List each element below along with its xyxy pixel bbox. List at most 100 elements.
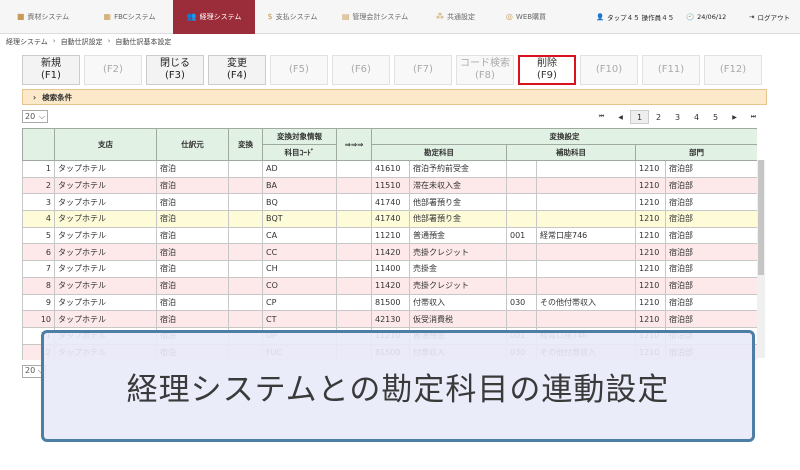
cell-moto[interactable]: 宿泊 — [156, 260, 229, 278]
cell-hname[interactable] — [536, 310, 636, 328]
cell-hname[interactable] — [536, 160, 636, 178]
next-page-icon[interactable]: ▶ — [725, 110, 744, 124]
cell-hcode[interactable] — [506, 176, 537, 195]
cell-code[interactable]: CT — [262, 310, 337, 328]
fkey-button-f3[interactable]: 閉じる (F3) — [146, 55, 204, 85]
cell-code[interactable]: AD — [262, 160, 337, 178]
breadcrumb-item-keiri[interactable]: 経理システム — [6, 37, 48, 47]
cell-kcode[interactable]: 11510 — [371, 176, 410, 195]
cell-hname[interactable]: その他付帯収入 — [536, 293, 636, 312]
cell-kname[interactable]: 付帯収入 — [409, 293, 507, 312]
cell-shiten[interactable]: タップホテル — [54, 260, 157, 278]
cell-kcode[interactable]: 41740 — [371, 210, 410, 228]
page-3[interactable]: 3 — [668, 110, 687, 124]
cell-shiten[interactable]: タップホテル — [54, 176, 157, 195]
fkey-button-f10[interactable]: (F10) — [580, 55, 638, 85]
fkey-button-f6[interactable]: (F6) — [332, 55, 390, 85]
cell-hcode[interactable] — [506, 276, 537, 295]
table-row[interactable]: 3 タップホテル 宿泊 BQ 41740 他部署預り金 1210 宿泊部 — [22, 193, 757, 212]
cell-bname[interactable]: 宿泊部 — [664, 260, 757, 278]
table-row[interactable]: 1 タップホテル 宿泊 AD 41610 宿泊予約前受金 1210 宿泊部 — [22, 160, 757, 178]
cell-code[interactable]: CA — [262, 226, 337, 245]
tab-1[interactable]: ▦ FBCシステム — [86, 0, 173, 34]
cell-hname[interactable]: 経常口座746 — [536, 226, 636, 245]
breadcrumb-item-jidoshiwake[interactable]: 自動仕訳設定 — [61, 37, 103, 47]
cell-bname[interactable]: 宿泊部 — [664, 226, 757, 245]
cell-moto[interactable]: 宿泊 — [156, 176, 229, 195]
fkey-button-f2[interactable]: (F2) — [84, 55, 142, 85]
cell-shiten[interactable]: タップホテル — [54, 243, 157, 262]
cell-moto[interactable]: 宿泊 — [156, 243, 229, 262]
cell-kname[interactable]: 売掛クレジット — [409, 243, 507, 262]
cell-hcode[interactable]: 001 — [506, 226, 537, 245]
page-1[interactable]: 1 — [630, 110, 649, 124]
cell-kname[interactable]: 他部署預り金 — [409, 210, 507, 228]
fkey-button-f1[interactable]: 新規 (F1) — [22, 55, 80, 85]
tab-6[interactable]: ◎ WEB購買 — [491, 0, 561, 34]
cell-bname[interactable]: 宿泊部 — [664, 176, 757, 195]
table-row[interactable]: 9 タップホテル 宿泊 CP 81500 付帯収入 030 その他付帯収入 1210 宿泊部 — [22, 293, 757, 312]
tab-4[interactable]: ▤ 管理会計システム — [330, 0, 420, 34]
cell-shiten[interactable]: タップホテル — [54, 226, 157, 245]
table-row[interactable]: 7 タップホテル 宿泊 CH 11400 売掛金 1210 宿泊部 — [22, 260, 757, 278]
cell-bcode[interactable]: 1210 — [635, 176, 666, 195]
fkey-button-f5[interactable]: (F5) — [270, 55, 328, 85]
cell-code[interactable]: CH — [262, 260, 337, 278]
cell-bname[interactable]: 宿泊部 — [664, 160, 757, 178]
cell-hname[interactable] — [536, 176, 636, 195]
cell-hcode[interactable] — [506, 210, 537, 228]
cell-moto[interactable]: 宿泊 — [156, 310, 229, 328]
cell-kname[interactable]: 宿泊予約前受金 — [409, 160, 507, 178]
tab-2[interactable]: 👥 経理システム — [173, 0, 255, 34]
cell-bcode[interactable]: 1210 — [635, 310, 666, 328]
table-row[interactable]: 10 タップホテル 宿泊 CT 42130 仮受消費税 1210 宿泊部 — [22, 310, 757, 328]
cell-hname[interactable] — [536, 276, 636, 295]
cell-hname[interactable] — [536, 260, 636, 278]
cell-shiten[interactable]: タップホテル — [54, 160, 157, 178]
cell-bcode[interactable]: 1210 — [635, 210, 666, 228]
cell-kcode[interactable]: 11420 — [371, 276, 410, 295]
cell-kcode[interactable]: 11400 — [371, 260, 410, 278]
cell-hname[interactable] — [536, 193, 636, 212]
cell-kname[interactable]: 普通預金 — [409, 226, 507, 245]
cell-bcode[interactable]: 1210 — [635, 226, 666, 245]
cell-kname[interactable]: 仮受消費税 — [409, 310, 507, 328]
cell-shiten[interactable]: タップホテル — [54, 293, 157, 312]
cell-code[interactable]: BA — [262, 176, 337, 195]
table-row[interactable]: 6 タップホテル 宿泊 CC 11420 売掛クレジット 1210 宿泊部 — [22, 243, 757, 262]
search-conditions-toggle[interactable]: › 検索条件 — [22, 89, 767, 105]
cell-bcode[interactable]: 1210 — [635, 293, 666, 312]
table-row[interactable]: 8 タップホテル 宿泊 CO 11420 売掛クレジット 1210 宿泊部 — [22, 276, 757, 295]
page-5[interactable]: 5 — [706, 110, 725, 124]
cell-kname[interactable]: 売掛クレジット — [409, 276, 507, 295]
first-page-icon[interactable]: ⏮ — [592, 110, 611, 124]
cell-kcode[interactable]: 42130 — [371, 310, 410, 328]
cell-hcode[interactable] — [506, 243, 537, 262]
cell-bname[interactable]: 宿泊部 — [664, 276, 757, 295]
cell-hname[interactable] — [536, 210, 636, 228]
cell-code[interactable]: BQ — [262, 193, 337, 212]
cell-bname[interactable]: 宿泊部 — [664, 310, 757, 328]
fkey-button-f4[interactable]: 変更 (F4) — [208, 55, 266, 85]
cell-kcode[interactable]: 11210 — [371, 226, 410, 245]
cell-bcode[interactable]: 1210 — [635, 193, 666, 212]
scrollbar-thumb[interactable] — [758, 160, 764, 275]
cell-hcode[interactable]: 030 — [506, 293, 537, 312]
cell-moto[interactable]: 宿泊 — [156, 226, 229, 245]
last-page-icon[interactable]: ⏭ — [744, 110, 763, 124]
table-row[interactable]: 4 タップホテル 宿泊 BQT 41740 他部署預り金 1210 宿泊部 — [22, 210, 757, 228]
cell-hcode[interactable] — [506, 193, 537, 212]
table-row[interactable]: 2 タップホテル 宿泊 BA 11510 滞在未収入金 1210 宿泊部 — [22, 176, 757, 195]
cell-bcode[interactable]: 1210 — [635, 243, 666, 262]
cell-bname[interactable]: 宿泊部 — [664, 293, 757, 312]
fkey-button-f12[interactable]: (F12) — [704, 55, 762, 85]
fkey-button-f9[interactable]: 削除 (F9) — [518, 55, 576, 85]
cell-code[interactable]: CO — [262, 276, 337, 295]
tab-5[interactable]: ⁂ 共通設定 — [420, 0, 491, 34]
cell-code[interactable]: BQT — [262, 210, 337, 228]
cell-bname[interactable]: 宿泊部 — [664, 243, 757, 262]
cell-hcode[interactable] — [506, 310, 537, 328]
cell-kcode[interactable]: 41610 — [371, 160, 410, 178]
cell-kcode[interactable]: 81500 — [371, 293, 410, 312]
cell-moto[interactable]: 宿泊 — [156, 210, 229, 228]
